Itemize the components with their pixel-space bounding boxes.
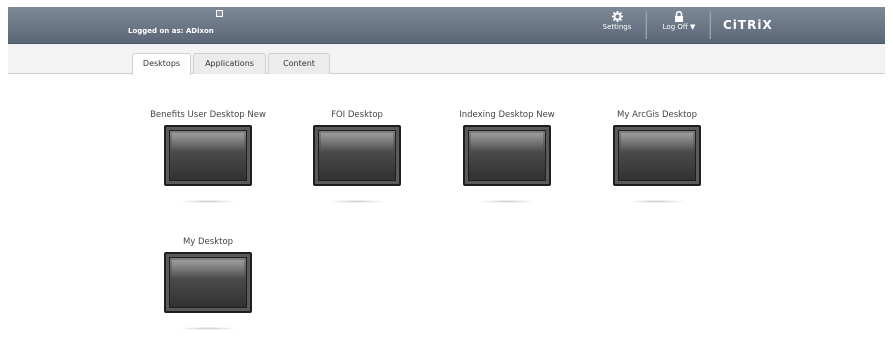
citrix-logo: CiTRiX — [723, 18, 773, 32]
monitor-icon — [613, 125, 701, 186]
lock-icon — [675, 11, 683, 22]
settings-button[interactable]: Settings — [599, 11, 635, 31]
tab-desktops[interactable]: Desktops — [132, 53, 191, 75]
desktop-tile-benefits[interactable]: Benefits User Desktop New — [133, 109, 283, 203]
monitor-shadow — [627, 200, 687, 203]
desktop-label: Indexing Desktop New — [459, 110, 555, 120]
monitor-icon — [164, 125, 252, 186]
desktop-label: My ArcGis Desktop — [617, 110, 697, 120]
monitor-shadow — [477, 200, 537, 203]
header-bar: Logged on as: ADixon Settings Log Off ▼ … — [8, 7, 885, 44]
monitor-shadow — [327, 200, 387, 203]
desktop-label: FOI Desktop — [331, 110, 383, 120]
tab-strip: Desktops Applications Content — [8, 44, 885, 75]
logoff-button[interactable]: Log Off ▼ — [655, 11, 703, 31]
logoff-label: Log Off ▼ — [662, 23, 696, 31]
desktop-tile-indexing[interactable]: Indexing Desktop New — [432, 109, 582, 203]
settings-label: Settings — [602, 23, 632, 31]
tab-applications[interactable]: Applications — [193, 53, 266, 74]
monitor-icon — [313, 125, 401, 186]
desktop-label: Benefits User Desktop New — [150, 110, 266, 120]
monitor-shadow — [178, 327, 238, 330]
desktop-label: My Desktop — [182, 237, 234, 247]
monitor-shadow — [178, 200, 238, 203]
desktop-tile-my-desktop[interactable]: My Desktop — [133, 236, 283, 330]
header-divider — [645, 11, 647, 39]
logged-on-text: Logged on as: ADixon — [128, 27, 214, 35]
header-divider — [709, 11, 711, 39]
window-icon — [216, 10, 223, 17]
monitor-icon — [164, 252, 252, 313]
monitor-icon — [463, 125, 551, 186]
tab-content[interactable]: Content — [268, 53, 330, 74]
desktop-tile-arcgis[interactable]: My ArcGis Desktop — [582, 109, 732, 203]
gear-icon — [611, 11, 623, 22]
desktop-tile-foi[interactable]: FOI Desktop — [282, 109, 432, 203]
